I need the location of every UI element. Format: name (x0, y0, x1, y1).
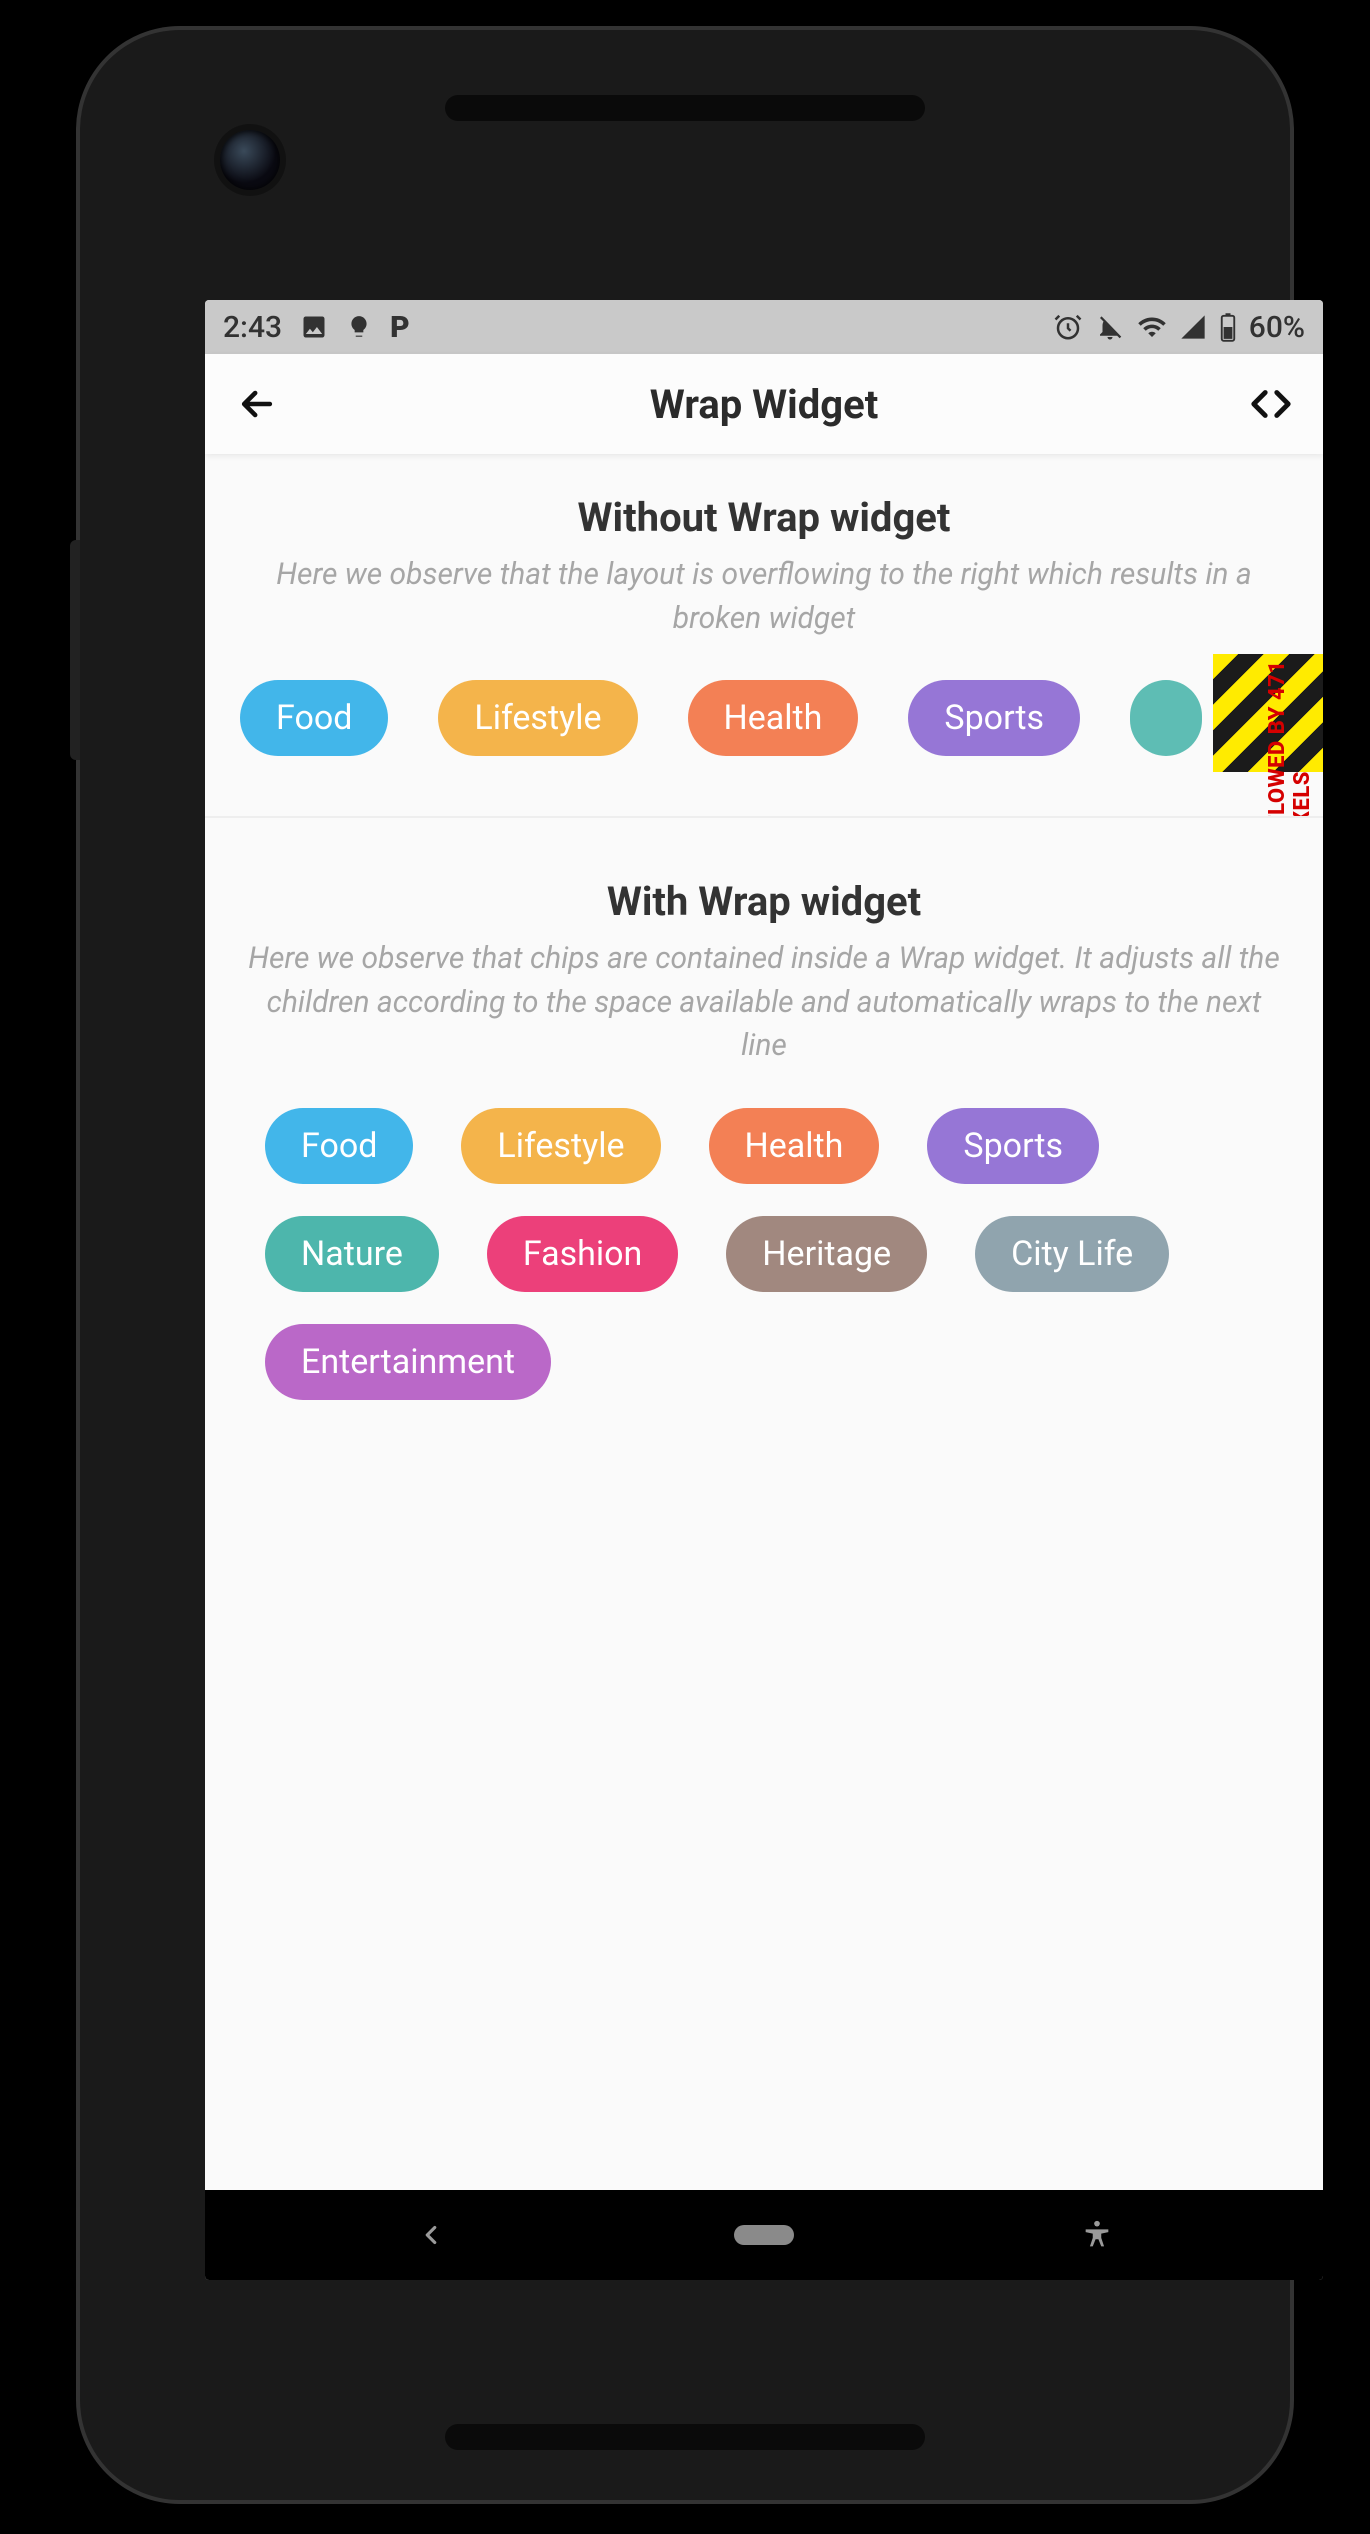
chip-heritage[interactable]: Heritage (726, 1216, 927, 1292)
p-icon: P (390, 310, 410, 345)
alarm-icon (1053, 312, 1083, 342)
chip-row-wrap: Food Lifestyle Health Sports Nature Fashion He… (235, 1108, 1293, 1400)
chip-lifestyle[interactable]: Lifestyle (438, 680, 637, 756)
status-bar: 2:43 P (205, 300, 1323, 354)
phone-camera (220, 130, 280, 190)
page-title: Wrap Widget (650, 381, 879, 428)
code-button[interactable] (1245, 378, 1297, 430)
section-title: With Wrap widget (235, 878, 1293, 925)
chip-row-overflow: Food Lifestyle Health Sports (235, 680, 1293, 756)
section-with-wrap: With Wrap widget Here we observe that ch… (205, 818, 1323, 1460)
screen: 2:43 P (205, 300, 1323, 2280)
nav-back-button[interactable] (401, 2205, 461, 2265)
chip-food[interactable]: Food (240, 680, 388, 756)
nav-accessibility-button[interactable] (1067, 2205, 1127, 2265)
phone-side-button (70, 540, 80, 760)
chip-fashion[interactable]: Fashion (487, 1216, 678, 1292)
battery-text: 60% (1249, 310, 1305, 345)
chip-sports[interactable]: Sports (908, 680, 1080, 756)
status-bar-left: 2:43 P (223, 310, 410, 345)
section-description: Here we observe that the layout is overf… (235, 553, 1293, 640)
content: Without Wrap widget Here we observe that… (205, 454, 1323, 1460)
chip-city-life[interactable]: City Life (975, 1216, 1169, 1292)
signal-icon (1179, 313, 1207, 341)
chip-entertainment[interactable]: Entertainment (265, 1324, 551, 1400)
image-icon (300, 313, 328, 341)
notification-off-icon (1095, 312, 1125, 342)
section-title: Without Wrap widget (235, 494, 1293, 541)
wifi-icon (1137, 312, 1167, 342)
status-time: 2:43 (223, 310, 282, 345)
section-description: Here we observe that chips are contained… (235, 937, 1293, 1068)
battery-icon (1219, 312, 1237, 342)
back-button[interactable] (231, 378, 283, 430)
chip-sports[interactable]: Sports (927, 1108, 1099, 1184)
status-bar-right: 60% (1053, 310, 1305, 345)
chip-lifestyle[interactable]: Lifestyle (461, 1108, 660, 1184)
chip-health[interactable]: Health (709, 1108, 880, 1184)
overflow-error-text: RIGHT OVERFLOWED BY 471 PIXELS (1265, 624, 1315, 818)
chip-health[interactable]: Health (688, 680, 859, 756)
chip-food[interactable]: Food (265, 1108, 413, 1184)
phone-frame: 2:43 P (80, 30, 1290, 2500)
app-bar: Wrap Widget (205, 354, 1323, 454)
section-without-wrap: Without Wrap widget Here we observe that… (205, 494, 1323, 818)
phone-speaker-bottom (445, 2424, 925, 2450)
nav-home-button[interactable] (734, 2205, 794, 2265)
phone-speaker-top (445, 95, 925, 121)
android-nav-bar (205, 2190, 1323, 2280)
lightbulb-icon (346, 314, 372, 340)
chip-clipped (1130, 680, 1202, 756)
chip-nature[interactable]: Nature (265, 1216, 439, 1292)
